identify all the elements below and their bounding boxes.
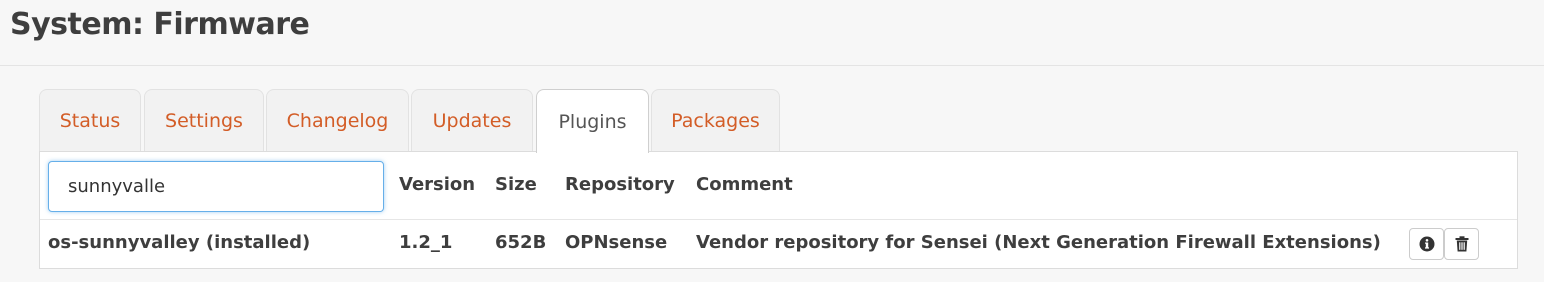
tab-plugins[interactable]: Plugins (536, 89, 649, 153)
plugin-repository: OPNsense (565, 232, 668, 253)
column-header-version: Version (399, 174, 476, 195)
plugin-version: 1.2_1 (399, 232, 453, 253)
header-divider (40, 219, 1517, 220)
column-header-size: Size (495, 174, 537, 195)
tab-packages[interactable]: Packages (651, 89, 780, 152)
tab-updates[interactable]: Updates (411, 89, 533, 152)
tab-changelog[interactable]: Changelog (266, 89, 409, 152)
plugins-panel: Version Size Repository Comment os-sunny… (39, 151, 1518, 269)
tab-settings[interactable]: Settings (144, 89, 264, 152)
plugin-size: 652B (495, 232, 547, 253)
info-icon (1419, 236, 1434, 252)
tab-status[interactable]: Status (39, 89, 141, 152)
info-button[interactable] (1409, 228, 1444, 260)
plugin-name: os-sunnyvalley (installed) (48, 232, 311, 253)
search-input[interactable] (48, 161, 384, 212)
trash-icon (1455, 236, 1468, 252)
page-title: System: Firmware (10, 7, 310, 42)
column-header-repository: Repository (565, 174, 675, 195)
page-header: System: Firmware (0, 0, 1544, 66)
delete-button[interactable] (1444, 228, 1479, 260)
column-header-comment: Comment (696, 174, 793, 195)
plugin-comment: Vendor repository for Sensei (Next Gener… (696, 232, 1381, 253)
